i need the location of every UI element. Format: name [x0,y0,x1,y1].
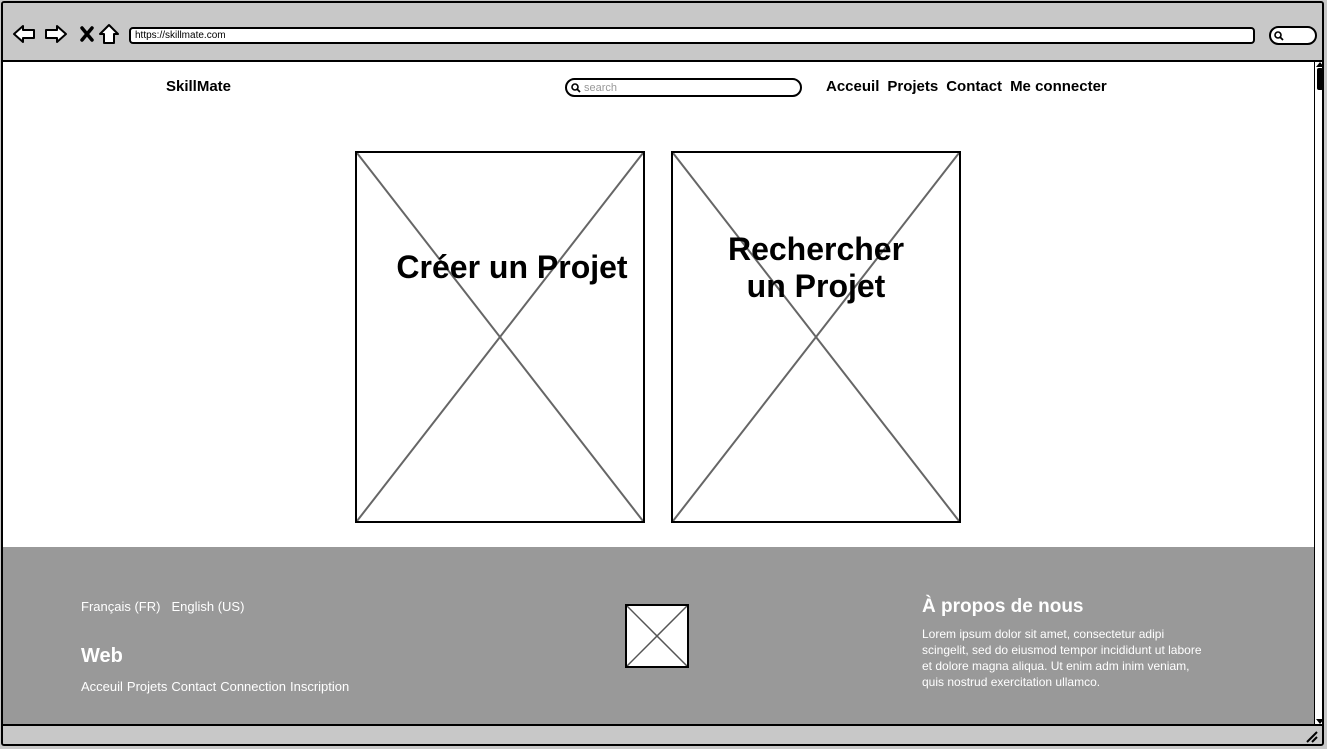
language-en-link[interactable]: English (US) [171,599,244,614]
about-text: Lorem ipsum dolor sit amet, consectetur … [922,627,1202,689]
page-viewport: SkillMate Acceuil Projets Contact Me con… [3,62,1314,724]
browser-window: https://skillmate.com SkillMate Acceuil … [1,1,1324,746]
nav-item-projets[interactable]: Projets [887,78,938,95]
brand-logo-text[interactable]: SkillMate [166,78,231,95]
search-project-title-line2: un Projet [746,268,886,304]
footer-link-connection[interactable]: Connection [220,679,286,694]
language-fr-link[interactable]: Français (FR) [81,599,160,614]
create-project-title: Créer un Projet [396,249,628,285]
footer-link-inscription[interactable]: Inscription [290,679,349,694]
resize-grip-icon[interactable] [1304,729,1318,743]
search-project-title: Rechercher un Projet [673,231,959,305]
footer-image-placeholder [625,604,689,668]
footer-link-contact[interactable]: Contact [171,679,216,694]
browser-toolbar: https://skillmate.com [3,3,1322,62]
footer-link-acceuil[interactable]: Acceuil [81,679,123,694]
footer: Français (FR) English (US) Web Acceuil P… [3,547,1314,724]
address-bar[interactable]: https://skillmate.com [129,27,1255,44]
home-icon[interactable] [96,21,122,47]
back-arrow-icon[interactable] [11,21,37,47]
search-project-title-line1: Rechercher [727,231,905,267]
image-placeholder-icon [626,605,688,667]
footer-web-links: Acceuil Projets Contact Connection Inscr… [81,679,349,694]
search-icon [1274,31,1284,41]
create-project-card[interactable]: Créer un Projet [355,151,645,523]
forward-arrow-icon[interactable] [43,21,69,47]
search-icon [571,82,581,93]
vertical-scrollbar[interactable] [1314,62,1322,724]
nav-item-me-connecter[interactable]: Me connecter [1010,78,1107,95]
scroll-thumb[interactable] [1317,68,1322,90]
nav-item-contact[interactable]: Contact [946,78,1002,95]
about-heading: À propos de nous [922,596,1084,617]
search-input[interactable] [581,81,784,94]
footer-link-projets[interactable]: Projets [127,679,167,694]
browser-search-field[interactable] [1269,26,1317,45]
image-placeholder-icon [357,153,643,521]
browser-status-bar [3,724,1322,744]
image-placeholder-icon [673,153,959,521]
language-selector: Français (FR) English (US) [81,599,244,614]
search-project-card[interactable]: Rechercher un Projet [671,151,961,523]
main-nav: Acceuil Projets Contact Me connecter [826,78,1107,95]
scroll-up-icon[interactable] [1316,62,1322,67]
nav-item-acceuil[interactable]: Acceuil [826,78,879,95]
site-search-field[interactable] [565,78,802,97]
footer-web-heading: Web [81,645,123,667]
